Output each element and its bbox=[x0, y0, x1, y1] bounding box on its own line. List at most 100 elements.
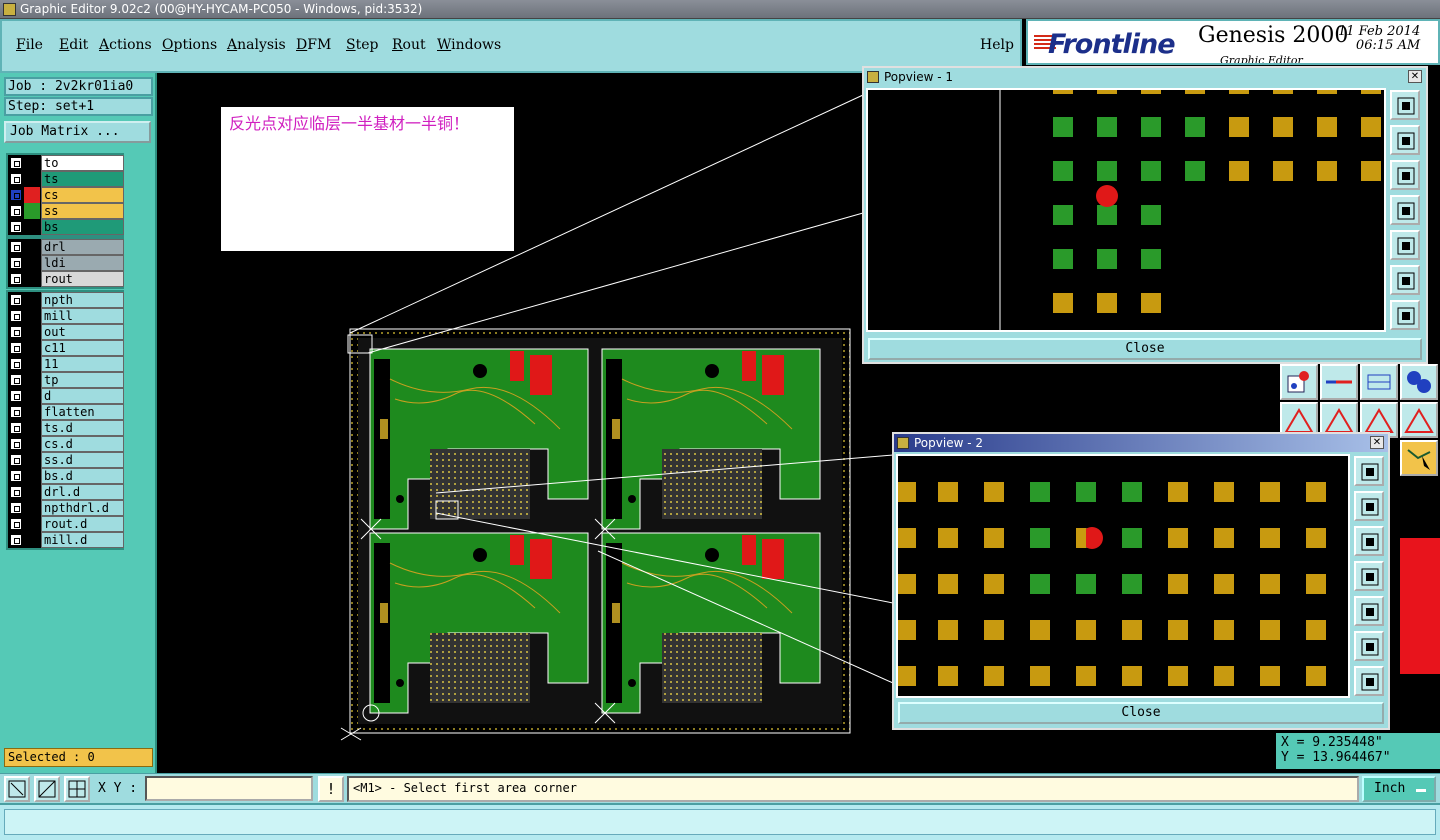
layer-checkbox[interactable] bbox=[10, 358, 22, 370]
pan-right-icon[interactable] bbox=[1354, 596, 1384, 626]
layer-checkbox[interactable] bbox=[10, 205, 22, 217]
layer-name[interactable]: flatten bbox=[41, 404, 124, 420]
popview-2-titlebar[interactable]: Popview - 2 ✕ bbox=[894, 434, 1388, 452]
layer-checkbox[interactable] bbox=[10, 422, 22, 434]
grid-icon[interactable] bbox=[64, 776, 90, 802]
menu-windows[interactable]: Windows bbox=[437, 37, 501, 53]
layer-checkbox[interactable] bbox=[10, 454, 22, 466]
layer-row-npthdrl-d[interactable]: npthdrl.d bbox=[8, 500, 124, 516]
layer-row-bs-d[interactable]: bs.d bbox=[8, 468, 124, 484]
layer-row-rout-d[interactable]: rout.d bbox=[8, 516, 124, 532]
layer-name[interactable]: ss bbox=[41, 203, 124, 219]
layer-row-ss[interactable]: ss bbox=[8, 203, 124, 219]
layer-row-flatten[interactable]: flatten bbox=[8, 404, 124, 420]
menu-rout[interactable]: Rout bbox=[392, 37, 426, 53]
zoom-in-icon[interactable] bbox=[1390, 265, 1420, 295]
layer-checkbox[interactable] bbox=[10, 310, 22, 322]
layer-row-drl-d[interactable]: drl.d bbox=[8, 484, 124, 500]
layer-row-tp[interactable]: tp bbox=[8, 372, 124, 388]
tool-line-icon[interactable] bbox=[1320, 364, 1358, 400]
layer-checkbox[interactable] bbox=[10, 470, 22, 482]
layer-name[interactable]: mill bbox=[41, 308, 124, 324]
layer-name[interactable]: drl.d bbox=[41, 484, 124, 500]
zoom-home-icon[interactable] bbox=[1390, 90, 1420, 120]
layer-row-bs[interactable]: bs bbox=[8, 219, 124, 235]
layer-name[interactable]: npth bbox=[41, 292, 124, 308]
layer-checkbox[interactable] bbox=[10, 390, 22, 402]
layer-row-cs-d[interactable]: cs.d bbox=[8, 436, 124, 452]
pan-right-icon[interactable] bbox=[1390, 230, 1420, 260]
layer-checkbox[interactable] bbox=[10, 406, 22, 418]
layer-checkbox[interactable] bbox=[10, 486, 22, 498]
menu-file[interactable]: File bbox=[16, 37, 43, 53]
pan-left-icon[interactable] bbox=[1354, 561, 1384, 591]
layer-name[interactable]: 11 bbox=[41, 356, 124, 372]
xy-input[interactable] bbox=[145, 776, 313, 801]
layer-checkbox[interactable] bbox=[10, 374, 22, 386]
layer-row-cs[interactable]: cs bbox=[8, 187, 124, 203]
layer-name[interactable]: rout bbox=[41, 271, 124, 287]
layer-row-ts[interactable]: ts bbox=[8, 171, 124, 187]
zoom-fit-icon[interactable] bbox=[1390, 300, 1420, 330]
popview-2-viewport[interactable] bbox=[896, 454, 1350, 698]
menu-help[interactable]: Help bbox=[980, 37, 1014, 53]
layer-row-ss-d[interactable]: ss.d bbox=[8, 452, 124, 468]
menu-dfm[interactable]: DFM bbox=[296, 37, 331, 53]
layer-name[interactable]: c11 bbox=[41, 340, 124, 356]
layer-row-c11[interactable]: c11 bbox=[8, 340, 124, 356]
menu-analysis[interactable]: Analysis bbox=[227, 37, 286, 53]
layer-name[interactable]: drl bbox=[41, 239, 124, 255]
popview-1-close-button[interactable]: Close bbox=[868, 338, 1422, 360]
exclamation-button[interactable]: ! bbox=[318, 776, 344, 802]
layer-name[interactable]: cs bbox=[41, 187, 124, 203]
menu-actions[interactable]: Actions bbox=[99, 37, 152, 53]
pan-down-icon[interactable] bbox=[1390, 160, 1420, 190]
layer-name[interactable]: ts.d bbox=[41, 420, 124, 436]
menu-step[interactable]: Step bbox=[346, 37, 378, 53]
layer-row-mill-d[interactable]: mill.d bbox=[8, 532, 124, 548]
layer-name[interactable]: ldi bbox=[41, 255, 124, 271]
layer-row-d[interactable]: d bbox=[8, 388, 124, 404]
popview-2-close-button[interactable]: Close bbox=[898, 702, 1384, 724]
snap-icon[interactable] bbox=[34, 776, 60, 802]
layer-checkbox[interactable] bbox=[10, 438, 22, 450]
layer-name[interactable]: to bbox=[41, 155, 124, 171]
layer-checkbox[interactable] bbox=[10, 342, 22, 354]
zoom-fit-icon[interactable] bbox=[1354, 666, 1384, 696]
layer-name[interactable]: cs.d bbox=[41, 436, 124, 452]
layer-row-drl[interactable]: drl bbox=[8, 239, 124, 255]
menu-options[interactable]: Options bbox=[162, 37, 217, 53]
layer-row-mill[interactable]: mill bbox=[8, 308, 124, 324]
layer-checkbox[interactable] bbox=[10, 534, 22, 546]
layer-row-ldi[interactable]: ldi bbox=[8, 255, 124, 271]
close-icon[interactable]: ✕ bbox=[1370, 436, 1384, 449]
tool-route-icon[interactable] bbox=[1400, 440, 1438, 476]
layer-checkbox[interactable] bbox=[10, 157, 22, 169]
layer-name[interactable]: bs bbox=[41, 219, 124, 235]
layer-checkbox[interactable] bbox=[10, 257, 22, 269]
popview-1-viewport[interactable] bbox=[866, 88, 1386, 332]
tool-shapes-icon[interactable] bbox=[1400, 364, 1438, 400]
layer-checkbox[interactable] bbox=[10, 273, 22, 285]
pan-up-icon[interactable] bbox=[1354, 491, 1384, 521]
pan-up-icon[interactable] bbox=[1390, 125, 1420, 155]
zoom-in-icon[interactable] bbox=[1354, 631, 1384, 661]
layer-row-ts-d[interactable]: ts.d bbox=[8, 420, 124, 436]
popview-1-titlebar[interactable]: Popview - 1 ✕ bbox=[864, 68, 1426, 86]
pan-down-icon[interactable] bbox=[1354, 526, 1384, 556]
layer-checkbox[interactable] bbox=[10, 241, 22, 253]
units-select[interactable]: Inch bbox=[1362, 776, 1436, 802]
tool-select-icon[interactable] bbox=[1280, 364, 1318, 400]
pan-left-icon[interactable] bbox=[1390, 195, 1420, 225]
layer-checkbox[interactable] bbox=[10, 294, 22, 306]
zoom-area-icon[interactable] bbox=[4, 776, 30, 802]
layer-name[interactable]: ts bbox=[41, 171, 124, 187]
tool-arc4-icon[interactable] bbox=[1400, 402, 1438, 438]
layer-row-rout[interactable]: rout bbox=[8, 271, 124, 287]
layer-row-11[interactable]: 11 bbox=[8, 356, 124, 372]
close-icon[interactable]: ✕ bbox=[1408, 70, 1422, 83]
layer-checkbox[interactable] bbox=[10, 326, 22, 338]
layer-name[interactable]: ss.d bbox=[41, 452, 124, 468]
job-matrix-button[interactable]: Job Matrix ... bbox=[4, 121, 151, 143]
layer-row-out[interactable]: out bbox=[8, 324, 124, 340]
